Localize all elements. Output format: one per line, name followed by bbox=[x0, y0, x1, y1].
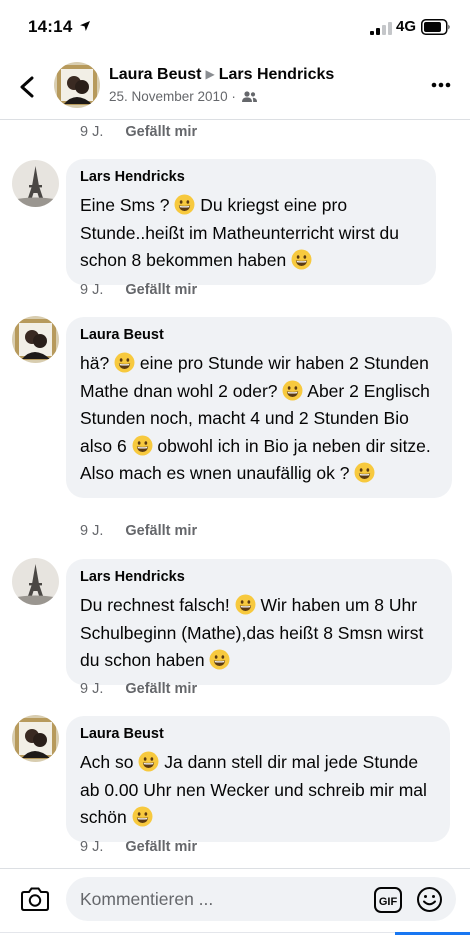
battery-icon bbox=[421, 19, 450, 35]
post-title: Laura Beust ▶ Lars Hendricks bbox=[109, 66, 334, 84]
comment-text: hä? eine pro Stunde wir haben 2 Stunden … bbox=[80, 350, 438, 488]
profile-photo-icon bbox=[12, 715, 59, 762]
comment-text: Du rechnest falsch! Wir haben um 8 Uhr S… bbox=[80, 592, 438, 675]
camera-icon[interactable] bbox=[20, 885, 50, 913]
author-name[interactable]: Laura Beust bbox=[109, 66, 201, 83]
location-arrow-icon bbox=[80, 21, 90, 31]
comment-time[interactable]: 9 J. bbox=[80, 282, 103, 298]
grinning-face-emoji bbox=[114, 352, 135, 373]
friends-audience-icon bbox=[241, 91, 257, 102]
post-date-line: 25. November 2010 · bbox=[109, 89, 257, 104]
commenter-avatar[interactable] bbox=[12, 558, 59, 605]
comment-time[interactable]: 9 J. bbox=[80, 839, 103, 855]
comment-composer: GIF bbox=[0, 868, 470, 932]
comment-author[interactable]: Lars Hendricks bbox=[80, 569, 438, 585]
like-button[interactable]: Gefällt mir bbox=[125, 523, 197, 539]
sticker-smiley-icon[interactable] bbox=[416, 886, 443, 913]
comment-text: Eine Sms ? Du kriegst eine pro Stunde..h… bbox=[80, 192, 422, 275]
comment-meta: 9 J. Gefällt mir bbox=[80, 124, 197, 140]
grinning-face-emoji bbox=[291, 249, 312, 270]
eiffel-tower-photo-icon bbox=[12, 160, 59, 207]
grinning-face-emoji bbox=[354, 462, 375, 483]
recipient-name[interactable]: Lars Hendricks bbox=[219, 66, 335, 83]
status-time: 14:14 bbox=[28, 17, 73, 36]
back-button[interactable] bbox=[14, 72, 40, 102]
grinning-face-emoji bbox=[235, 594, 256, 615]
commenter-avatar[interactable] bbox=[12, 316, 59, 363]
post-date[interactable]: 25. November 2010 · bbox=[109, 89, 236, 104]
like-button[interactable]: Gefällt mir bbox=[125, 681, 197, 697]
comment-author[interactable]: Laura Beust bbox=[80, 726, 436, 742]
comment-meta: 9 J. Gefällt mir bbox=[80, 839, 197, 855]
like-button[interactable]: Gefällt mir bbox=[125, 124, 197, 140]
chevron-left-icon bbox=[20, 76, 34, 98]
comment-text-part: Eine Sms ? bbox=[80, 195, 175, 215]
status-bar: 14:14 4G bbox=[0, 0, 470, 56]
post-header: Laura Beust ▶ Lars Hendricks 25. November … bbox=[0, 56, 470, 120]
gif-button[interactable]: GIF bbox=[374, 887, 402, 913]
comment-time[interactable]: 9 J. bbox=[80, 124, 103, 140]
comment-bubble: Laura Beust hä? eine pro Stunde wir habe… bbox=[66, 317, 452, 498]
eiffel-tower-photo-icon bbox=[12, 558, 59, 605]
commenter-avatar[interactable] bbox=[12, 160, 59, 207]
comment-text: Ach so Ja dann stell dir mal jede Stunde… bbox=[80, 749, 436, 832]
commenter-avatar[interactable] bbox=[12, 715, 59, 762]
comment-time[interactable]: 9 J. bbox=[80, 523, 103, 539]
comment-text-part: hä? bbox=[80, 353, 115, 373]
more-options-button[interactable] bbox=[430, 74, 452, 96]
comment-time[interactable]: 9 J. bbox=[80, 681, 103, 697]
grinning-face-emoji bbox=[138, 751, 159, 772]
network-type: 4G bbox=[396, 18, 417, 35]
more-horizontal-icon bbox=[431, 82, 451, 88]
grinning-face-emoji bbox=[282, 380, 303, 401]
profile-photo-icon bbox=[12, 316, 59, 363]
comment-bubble: Lars Hendricks Du rechnest falsch! Wir h… bbox=[66, 559, 452, 685]
grinning-face-emoji bbox=[132, 806, 153, 827]
active-tab-indicator bbox=[395, 932, 470, 935]
arrow-right-icon: ▶ bbox=[205, 67, 215, 81]
comment-text-part: Du rechnest falsch! bbox=[80, 595, 235, 615]
grinning-face-emoji bbox=[209, 649, 230, 670]
comment-bubble: Lars Hendricks Eine Sms ? Du kriegst ein… bbox=[66, 159, 436, 285]
gif-icon: GIF bbox=[374, 887, 402, 913]
grinning-face-emoji bbox=[132, 435, 153, 456]
svg-text:GIF: GIF bbox=[379, 896, 398, 908]
comment-meta: 9 J. Gefällt mir bbox=[80, 681, 197, 697]
comment-meta: 9 J. Gefällt mir bbox=[80, 282, 197, 298]
comment-author[interactable]: Lars Hendricks bbox=[80, 169, 422, 185]
comment-author[interactable]: Laura Beust bbox=[80, 327, 438, 343]
author-avatar[interactable] bbox=[54, 62, 100, 108]
grinning-face-emoji bbox=[174, 194, 195, 215]
profile-photo-icon bbox=[54, 62, 100, 108]
like-button[interactable]: Gefällt mir bbox=[125, 839, 197, 855]
cellular-signal-icon bbox=[370, 22, 392, 35]
like-button[interactable]: Gefällt mir bbox=[125, 282, 197, 298]
comment-meta: 9 J. Gefällt mir bbox=[80, 523, 197, 539]
comment-text-part: Ach so bbox=[80, 752, 139, 772]
comment-bubble: Laura Beust Ach so Ja dann stell dir mal… bbox=[66, 716, 450, 842]
